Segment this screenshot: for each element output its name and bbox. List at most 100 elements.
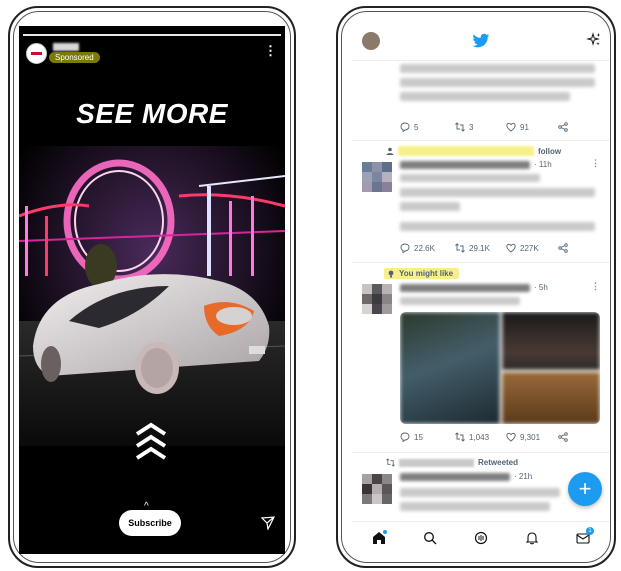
- subscribe-button[interactable]: Subscribe: [119, 510, 181, 536]
- tweet-author-avatar[interactable]: [362, 162, 392, 192]
- notifications-bell-icon[interactable]: [525, 531, 539, 545]
- retweet-count: 1,043: [469, 432, 490, 442]
- reply-count: 5: [414, 122, 419, 132]
- author-name-blurred: [400, 161, 530, 169]
- timeline-header: [352, 22, 610, 61]
- tweet-time: · 11h: [534, 160, 552, 169]
- tweet-text-blurred: [400, 78, 595, 87]
- reply-icon: [400, 122, 410, 132]
- reply-icon: [400, 432, 410, 442]
- twitter-feed-screen: 5 3 91 follow · 11h ⋮ 22.6K 29.1K 227K Y…: [352, 22, 610, 554]
- retweet-count: 3: [469, 122, 474, 132]
- reply-count: 22.6K: [414, 243, 435, 253]
- story-ad[interactable]: Sponsored ⋮ SEE MORE ^ Subscribe: [19, 26, 285, 554]
- person-icon: [386, 147, 394, 155]
- media-image-blurred: [400, 312, 500, 424]
- tweet-text-blurred: [400, 488, 560, 497]
- tweet-more-icon[interactable]: ⋮: [591, 281, 600, 292]
- reply-button[interactable]: 15: [400, 432, 423, 442]
- retweet-button[interactable]: 29.1K: [455, 243, 490, 253]
- retweet-button[interactable]: 3: [455, 122, 473, 132]
- retweeter-name-blurred: [399, 458, 474, 467]
- tweet-divider: [352, 140, 610, 141]
- tweet-text-blurred: [400, 202, 460, 211]
- retweet-icon: [455, 122, 465, 132]
- author-label-blurred: [400, 174, 540, 182]
- heart-icon: [506, 243, 516, 253]
- like-button[interactable]: 227K: [506, 243, 539, 253]
- story-progress-fill: [23, 34, 281, 36]
- like-count: 91: [520, 122, 529, 132]
- author-name-blurred: [400, 284, 530, 292]
- share-icon: [558, 122, 568, 132]
- you-might-like-text: You might like: [399, 269, 454, 278]
- media-image-blurred: [502, 372, 600, 424]
- tweet-time: · 5h: [534, 283, 548, 292]
- tweet-text-blurred: [400, 64, 595, 73]
- like-count: 9,301: [520, 432, 541, 442]
- tweet-author-avatar[interactable]: [362, 284, 392, 314]
- swipe-up-chevrons-icon: [135, 422, 167, 460]
- lightbulb-icon: [388, 270, 394, 277]
- tweet-actions: 15 1,043 9,301: [400, 432, 600, 446]
- tweet-text-blurred: [400, 92, 570, 101]
- tweet-author-avatar[interactable]: [362, 474, 392, 504]
- profile-avatar[interactable]: [362, 32, 380, 50]
- more-options-icon[interactable]: ⋮: [264, 44, 277, 57]
- messages-badge: 1: [586, 527, 594, 535]
- context-names-blurred: [398, 146, 534, 156]
- like-count: 227K: [520, 243, 539, 253]
- spaces-icon[interactable]: [474, 531, 488, 545]
- bottom-navigation: 1: [352, 521, 610, 554]
- share-button[interactable]: [558, 432, 568, 442]
- retweet-count: 29.1K: [469, 243, 490, 253]
- retweet-icon: [386, 458, 395, 467]
- reply-count: 15: [414, 432, 423, 442]
- compose-tweet-button[interactable]: +: [568, 472, 602, 506]
- home-icon[interactable]: [372, 530, 387, 545]
- context-follow-text: follow: [538, 146, 562, 156]
- tweet-context-line: follow: [386, 146, 561, 156]
- reply-button[interactable]: 22.6K: [400, 243, 435, 253]
- story-headline: SEE MORE: [76, 98, 228, 129]
- advertiser-avatar[interactable]: [26, 43, 47, 64]
- tweet-text-blurred: [400, 222, 595, 231]
- story-progress-bar: [23, 34, 281, 36]
- tweet-actions: 22.6K 29.1K 227K: [400, 243, 600, 257]
- tweet-more-icon[interactable]: ⋮: [591, 158, 600, 169]
- share-button[interactable]: [558, 122, 568, 132]
- heart-icon: [506, 122, 516, 132]
- media-right[interactable]: [502, 312, 600, 424]
- tweet-text-blurred: [400, 297, 520, 305]
- share-icon: [558, 432, 568, 442]
- tweet-media-grid[interactable]: [400, 312, 600, 424]
- sponsored-label: Sponsored: [49, 52, 100, 63]
- sparkle-icon[interactable]: [586, 32, 602, 48]
- like-button[interactable]: 9,301: [506, 432, 540, 442]
- like-button[interactable]: 91: [506, 122, 529, 132]
- tweet-divider: [352, 262, 610, 263]
- media-left[interactable]: [400, 312, 500, 424]
- send-icon[interactable]: [261, 516, 275, 530]
- share-icon: [558, 243, 568, 253]
- home-notification-dot: [383, 530, 387, 534]
- reply-button[interactable]: 5: [400, 122, 418, 132]
- advertiser-name-blurred: [53, 43, 79, 51]
- twitter-bird-icon[interactable]: [472, 33, 490, 49]
- share-button[interactable]: [558, 243, 568, 253]
- tweet-context-line: You might like: [384, 268, 460, 279]
- tweet-context-line: Retweeted: [386, 458, 518, 467]
- tweet-text-blurred: [400, 188, 595, 197]
- media-image-blurred: [502, 312, 600, 370]
- tweet-time: · 21h: [514, 472, 533, 481]
- reply-icon: [400, 243, 410, 253]
- author-name-blurred: [400, 473, 510, 481]
- tweet-divider: [352, 452, 610, 453]
- tweet-actions: 5 3 91: [400, 122, 600, 136]
- heart-icon: [506, 432, 516, 442]
- search-icon[interactable]: [423, 531, 437, 545]
- messages-envelope-icon[interactable]: 1: [576, 527, 594, 545]
- retweet-icon: [455, 432, 465, 442]
- tweet-text-blurred: [400, 502, 550, 511]
- retweet-button[interactable]: 1,043: [455, 432, 489, 442]
